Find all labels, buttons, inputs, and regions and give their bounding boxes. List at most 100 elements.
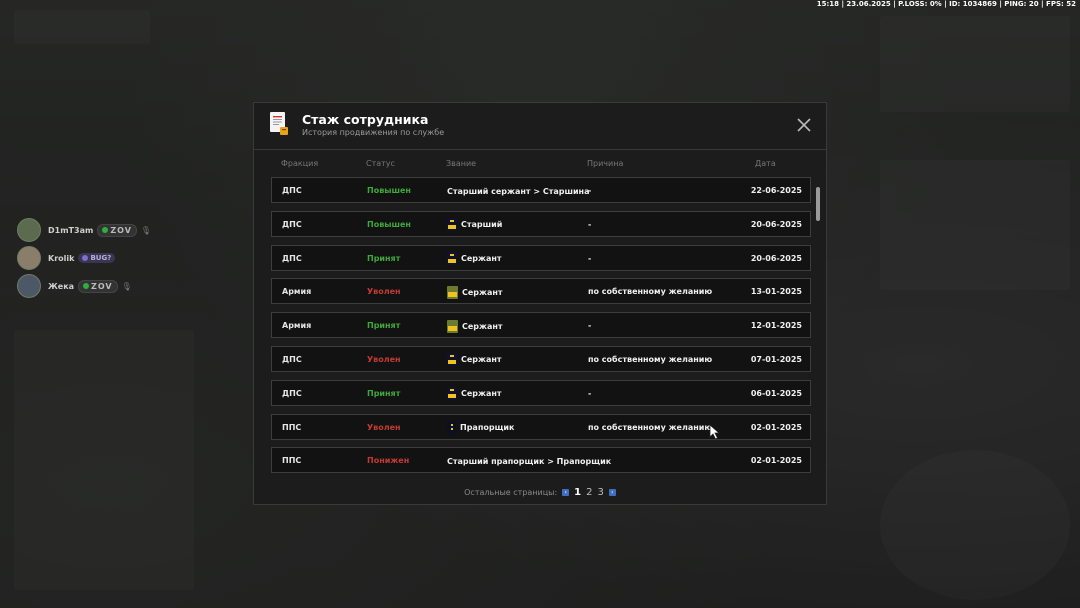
- column-header-reason: Причина: [587, 159, 624, 168]
- rank-label: Старший сержант > Старшина: [447, 186, 590, 196]
- tag-dot-icon: [102, 227, 109, 233]
- player-tag: ZOV: [78, 279, 118, 293]
- table-header: Фракция Статус Звание Причина Дата: [271, 159, 809, 171]
- column-header-faction: Фракция: [281, 159, 319, 168]
- modal-title: Стаж сотрудника: [302, 112, 429, 127]
- cell-faction: Армия: [282, 287, 312, 297]
- table-row[interactable]: ДПС Повышен Старший - 20-06-2025: [271, 210, 811, 237]
- cell-date: 13-01-2025: [750, 287, 802, 297]
- document-icon: [270, 112, 288, 135]
- modal-subtitle: История продвижения по службе: [302, 128, 445, 137]
- service-history-modal: Стаж сотрудника История продвижения по с…: [253, 102, 827, 505]
- rank-label: Сержант: [461, 389, 502, 399]
- cell-rank: Сержант: [447, 251, 502, 267]
- dps-insignia-icon: [447, 353, 457, 367]
- page-button-3[interactable]: 3: [598, 487, 604, 498]
- microphone-icon: 🎙: [140, 225, 152, 235]
- cell-rank: Сержант: [447, 318, 503, 334]
- cell-reason: -: [588, 219, 592, 229]
- cell-reason: -: [588, 253, 592, 263]
- previous-page-icon[interactable]: ‹: [562, 489, 570, 496]
- cell-rank: Сержант: [447, 284, 503, 300]
- player-tag-label: BUG?: [90, 254, 112, 262]
- table-row[interactable]: ДПС Принят Сержант - 06-01-2025: [271, 379, 811, 406]
- table-row[interactable]: ДПС Принят Сержант - 20-06-2025: [271, 244, 811, 271]
- table-row[interactable]: ППС Понижен Старший прапорщик > Прапорщик 0…: [271, 447, 811, 473]
- cell-reason: -: [588, 321, 592, 331]
- player-name: Жека: [48, 281, 75, 291]
- cell-date: 02-01-2025: [750, 456, 802, 466]
- tag-dot-icon: [83, 283, 90, 289]
- cell-faction: ДПС: [282, 253, 302, 263]
- next-page-icon[interactable]: ›: [608, 489, 616, 496]
- rank-label: Сержант: [462, 287, 503, 297]
- tag-dot-icon: [82, 255, 89, 261]
- cell-faction: ДПС: [282, 388, 302, 398]
- player-name: D1mT3am: [48, 225, 94, 235]
- player-tag: ZOV: [97, 223, 137, 237]
- cell-reason: по собственному желанию: [588, 354, 713, 364]
- microphone-icon: 🎙: [121, 281, 132, 291]
- cell-faction: ДПС: [282, 354, 302, 364]
- cell-faction: ДПС: [282, 219, 302, 229]
- table-row[interactable]: ДПС Повышен Старший сержант > Старшина - 22-…: [271, 177, 811, 203]
- army-insignia-icon: [447, 319, 458, 333]
- cell-status: Уволен: [367, 422, 401, 432]
- table-row[interactable]: ДПС Уволен Сержант по собственному желанию 0…: [271, 345, 811, 372]
- column-header-date: Дата: [755, 159, 776, 168]
- pagination-label: Остальные страницы:: [464, 488, 558, 497]
- page-button-2[interactable]: 2: [586, 487, 592, 498]
- history-table[interactable]: ДПС Повышен Старший сержант > Старшина -22-…: [271, 177, 811, 473]
- cell-rank: Старший сержант > Старшина: [447, 183, 589, 199]
- pagination: Остальные страницы: ‹ 1 2 3 ›: [254, 487, 826, 498]
- table-row[interactable]: Армия Принят Сержант - 12-01-2025: [271, 312, 811, 339]
- pps-insignia-icon: [447, 421, 456, 435]
- avatar: [17, 274, 41, 298]
- dps-insignia-icon: [447, 387, 457, 401]
- rank-label: Старший: [461, 220, 503, 230]
- cell-date: 02-01-2025: [750, 422, 802, 432]
- cell-reason: -: [588, 186, 592, 195]
- modal-header: Стаж сотрудника История продвижения по с…: [254, 103, 826, 150]
- player-item: Жека ZOV 🎙: [17, 274, 151, 298]
- column-header-rank: Звание: [446, 159, 477, 168]
- cell-date: 07-01-2025: [750, 354, 802, 364]
- cell-rank: Старший: [447, 217, 502, 233]
- cell-status: Уволен: [367, 287, 401, 297]
- cell-rank: Прапорщик: [447, 420, 514, 436]
- rank-label: Сержант: [461, 254, 502, 264]
- cell-faction: ДПС: [282, 186, 302, 195]
- cell-status: Повышен: [367, 219, 411, 229]
- close-icon[interactable]: [796, 117, 812, 133]
- cell-status: Принят: [367, 388, 401, 398]
- cell-date: 06-01-2025: [750, 388, 802, 398]
- player-tag-label: ZOV: [91, 281, 113, 291]
- mouse-cursor-icon: [709, 424, 721, 440]
- player-name: Krolik: [48, 253, 75, 263]
- column-header-status: Статус: [366, 159, 395, 168]
- table-scrollbar[interactable]: [816, 187, 820, 221]
- hud-status-line: 15:18 | 23.06.2025 | P.LOSS: 0% | ID: 10…: [816, 0, 1076, 8]
- cell-rank: Сержант: [447, 386, 502, 402]
- cell-date: 22-06-2025: [750, 186, 802, 195]
- player-list: D1mT3am ZOV 🎙 Krolik BUG? Жека ZOV 🎙: [17, 218, 152, 303]
- avatar: [17, 246, 41, 270]
- page-button-1[interactable]: 1: [574, 487, 581, 498]
- player-tag: BUG?: [78, 253, 116, 263]
- army-insignia-icon: [447, 285, 458, 299]
- dps-insignia-icon: [447, 218, 457, 232]
- rank-label: Старший прапорщик > Прапорщик: [447, 456, 612, 466]
- rank-label: Прапорщик: [460, 423, 515, 433]
- cell-date: 20-06-2025: [750, 219, 802, 229]
- cell-status: Понижен: [367, 456, 410, 466]
- cell-reason: -: [588, 388, 592, 398]
- table-row[interactable]: ППС Уволен Прапорщик по собственному желани…: [271, 413, 811, 440]
- dps-insignia-icon: [447, 252, 457, 266]
- cell-date: 12-01-2025: [750, 321, 802, 331]
- cell-status: Принят: [367, 321, 401, 331]
- table-row[interactable]: Армия Уволен Сержант по собственному желани…: [271, 278, 811, 305]
- player-item: Krolik BUG?: [17, 246, 151, 270]
- cell-status: Уволен: [367, 354, 401, 364]
- player-tag-label: ZOV: [110, 225, 132, 235]
- player-item: D1mT3am ZOV 🎙: [17, 218, 152, 242]
